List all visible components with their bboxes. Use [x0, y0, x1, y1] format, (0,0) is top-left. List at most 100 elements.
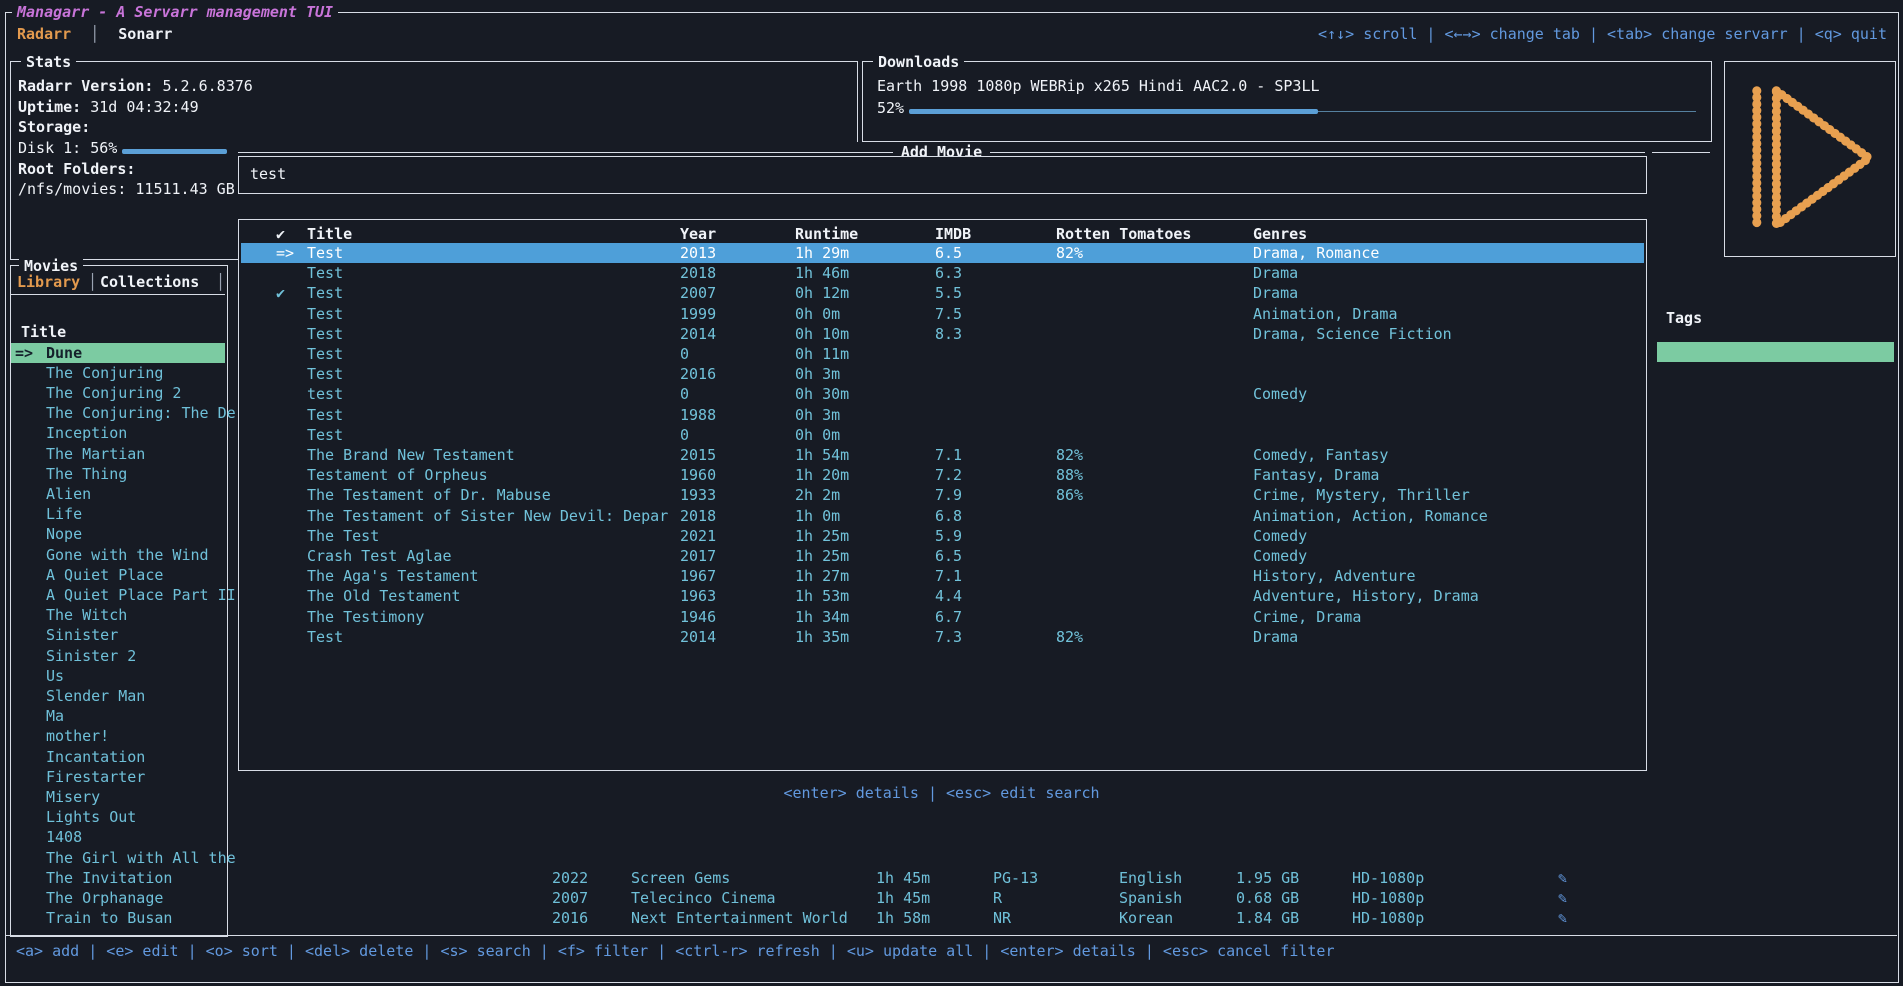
cell-runtime: 1h 58m	[876, 908, 930, 928]
cell-rotten-tomatoes: 82%	[1056, 243, 1083, 263]
cell-title: Crash Test Aglae	[307, 546, 452, 566]
add-movie-result-row[interactable]: The Old Testament19631h 53m4.4Adventure,…	[241, 586, 1644, 606]
cell-quality: HD-1080p	[1352, 908, 1424, 928]
cell-runtime: 0h 11m	[795, 344, 849, 364]
cell-title: The Old Testament	[307, 586, 461, 606]
add-movie-result-row[interactable]: Test 0 0h 11m	[241, 344, 1644, 364]
library-table-row[interactable]: 2022Screen Gems1h 45mPG-13English1.95 GB…	[0, 868, 1903, 888]
library-table-row[interactable]: 2016Next Entertainment World1h 58mNRKore…	[0, 908, 1903, 928]
add-movie-result-row[interactable]: Test20141h 35m7.382%Drama	[241, 627, 1644, 647]
add-movie-result-row[interactable]: The Testament of Sister New Devil: Depar…	[241, 506, 1644, 526]
bottom-keybindings: <a> add | <e> edit | <o> sort | <del> de…	[16, 941, 1335, 961]
edit-pencil-icon: ✎	[1558, 868, 1567, 888]
cell-genres: Comedy	[1253, 384, 1307, 404]
cell-imdb: 7.9	[935, 485, 962, 505]
cell-runtime: 0h 10m	[795, 324, 849, 344]
bottom-divider	[5, 935, 1897, 936]
edit-pencil-icon: ✎	[1558, 888, 1567, 908]
column-header-genres: Genres	[1253, 224, 1307, 244]
cell-rotten-tomatoes: 88%	[1056, 465, 1083, 485]
cell-year: 2014	[680, 324, 716, 344]
cell-runtime: 1h 25m	[795, 546, 849, 566]
column-header-rotten-tomatoes: Rotten Tomatoes	[1056, 224, 1191, 244]
cell-rating: R	[993, 888, 1002, 908]
column-header-runtime: Runtime	[795, 224, 858, 244]
cell-imdb: 7.5	[935, 304, 962, 324]
add-movie-result-row[interactable]: The Testament of Dr. Mabuse19332h 2m7.98…	[241, 485, 1644, 505]
add-movie-result-row[interactable]: Test19880h 3m	[241, 405, 1644, 425]
cell-year: 1963	[680, 586, 716, 606]
add-movie-result-row[interactable]: ✔Test20070h 12m5.5Drama	[241, 283, 1644, 303]
cell-runtime: 1h 34m	[795, 607, 849, 627]
cell-imdb: 6.3	[935, 263, 962, 283]
cell-imdb: 7.1	[935, 566, 962, 586]
cell-genres: Fantasy, Drama	[1253, 465, 1379, 485]
cell-title: Test	[307, 324, 343, 344]
cell-runtime: 1h 45m	[876, 868, 930, 888]
cell-genres: Drama, Science Fiction	[1253, 324, 1452, 344]
cell-size: 1.95 GB	[1236, 868, 1299, 888]
cell-year: 1960	[680, 465, 716, 485]
cell-imdb: 5.9	[935, 526, 962, 546]
cell-rotten-tomatoes: 82%	[1056, 627, 1083, 647]
cell-genres: Drama	[1253, 627, 1298, 647]
cell-title: Test	[307, 243, 343, 263]
cell-title: Test	[307, 405, 343, 425]
add-movie-result-row[interactable]: test 0 0h 30m Comedy	[241, 384, 1644, 404]
cell-genres: Crime, Mystery, Thriller	[1253, 485, 1470, 505]
cell-genres: Drama	[1253, 283, 1298, 303]
cell-genres: Crime, Drama	[1253, 607, 1361, 627]
cell-year: 0	[680, 344, 689, 364]
cell-year: 2007	[680, 283, 716, 303]
cell-imdb: 6.5	[935, 546, 962, 566]
monitored-check: ✔	[276, 283, 285, 303]
add-movie-result-row[interactable]: Test20181h 46m6.3Drama	[241, 263, 1644, 283]
cell-genres: Animation, Drama	[1253, 304, 1398, 324]
selection-marker: =>	[276, 243, 294, 263]
add-movie-results: ✔ Title Year Runtime IMDB Rotten Tomatoe…	[238, 219, 1647, 771]
cell-year: 2018	[680, 263, 716, 283]
cell-year: 1946	[680, 607, 716, 627]
cell-runtime: 1h 0m	[795, 506, 840, 526]
cell-year: 2022	[552, 868, 588, 888]
column-header-imdb: IMDB	[935, 224, 971, 244]
add-movie-result-row[interactable]: The Aga's Testament19671h 27m7.1History,…	[241, 566, 1644, 586]
cell-year: 1988	[680, 405, 716, 425]
cell-runtime: 0h 30m	[795, 384, 849, 404]
cell-title: Test	[307, 344, 343, 364]
cell-year: 2014	[680, 627, 716, 647]
cell-year: 1933	[680, 485, 716, 505]
add-movie-result-row[interactable]: Test 2014 0h 10m 8.3 Drama, Science Fiction	[241, 324, 1644, 344]
cell-imdb: 6.8	[935, 506, 962, 526]
cell-imdb: 7.2	[935, 465, 962, 485]
cell-runtime: 0h 0m	[795, 425, 840, 445]
add-movie-result-row[interactable]: The Test20211h 25m5.9Comedy	[241, 526, 1644, 546]
add-movie-result-row[interactable]: Test00h 0m	[241, 425, 1644, 445]
cell-language: Korean	[1119, 908, 1173, 928]
cell-imdb: 7.3	[935, 627, 962, 647]
add-movie-result-row[interactable]: The Brand New Testament20151h 54m7.182%C…	[241, 445, 1644, 465]
add-movie-result-row[interactable]: Testament of Orpheus19601h 20m7.288%Fant…	[241, 465, 1644, 485]
cell-title: The Testimony	[307, 607, 424, 627]
add-movie-result-row[interactable]: The Testimony19461h 34m6.7Crime, Drama	[241, 607, 1644, 627]
cell-runtime: 1h 45m	[876, 888, 930, 908]
cell-title: Test	[307, 304, 343, 324]
search-input-value: test	[250, 164, 286, 184]
cell-runtime: 0h 0m	[795, 304, 840, 324]
cell-genres: Drama, Romance	[1253, 243, 1379, 263]
add-movie-result-row[interactable]: Test19990h 0m7.5Animation, Drama	[241, 304, 1644, 324]
add-movie-result-row[interactable]: Test20160h 3m	[241, 364, 1644, 384]
cell-language: English	[1119, 868, 1182, 888]
library-table-row[interactable]: 2007Telecinco Cinema1h 45mRSpanish0.68 G…	[0, 888, 1903, 908]
cell-title: Test	[307, 364, 343, 384]
add-movie-result-row[interactable]: Crash Test Aglae20171h 25m6.5Comedy	[241, 546, 1644, 566]
cell-runtime: 1h 54m	[795, 445, 849, 465]
add-movie-result-row[interactable]: =>Test20131h 29m6.582%Drama, Romance	[241, 243, 1644, 263]
cell-genres: Comedy	[1253, 526, 1307, 546]
movie-search-input[interactable]: test	[238, 156, 1647, 194]
cell-title: Test	[307, 425, 343, 445]
cell-year: 0	[680, 384, 689, 404]
cell-imdb: 6.5	[935, 243, 962, 263]
cell-title: test	[307, 384, 343, 404]
cell-imdb: 8.3	[935, 324, 962, 344]
